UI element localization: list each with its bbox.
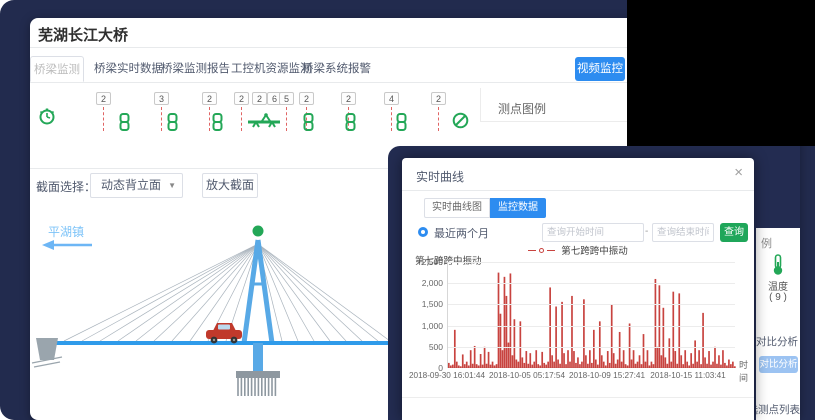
date-separator: - — [645, 226, 648, 237]
x-tick-label: 2018-10-15 11:03:41 — [650, 371, 725, 380]
modal-tab-1[interactable]: 实时曲线图 — [424, 198, 490, 218]
query-button[interactable]: 查询 — [720, 223, 748, 242]
video-blackout-panel — [627, 0, 815, 146]
tab-4[interactable]: 工控机资源监测 — [231, 56, 307, 82]
tower-signal-icon — [253, 226, 264, 237]
range-radio[interactable] — [418, 227, 428, 237]
dashed-line — [241, 107, 242, 131]
realtime-curve-modal: 实时曲线 × 实时曲线图监控数据 最近两个月 - 查询 第七跨跨中振动 第七跨跨… — [402, 158, 754, 420]
clipped-header-text: 例 — [761, 235, 772, 251]
main-tab-bar: 桥梁监测桥梁实时数据桥梁监测报告工控机资源监测桥梁系统报警 — [30, 56, 650, 83]
selected-points-header: 已选测点列表 — [756, 402, 800, 417]
tab-3[interactable]: 桥梁监测报告 — [161, 56, 225, 82]
chain-link-icon[interactable] — [167, 113, 178, 136]
shore-label: 平湖镇 — [48, 224, 84, 239]
sensor-count-badge: 2 — [299, 92, 314, 105]
alarm-clock-icon[interactable] — [37, 106, 57, 131]
legend-sidebar-sliver: 例 温度 ( 9 ) 对比分析 对比分析 已选测点列表 — [756, 228, 800, 420]
sensor-count-badge: 2 — [96, 92, 111, 105]
x-tick-label: 2018-10-05 05:17:54 — [489, 371, 565, 380]
sensor-marker: 2 — [431, 92, 446, 105]
chart-plot-area — [447, 262, 735, 368]
chain-link-icon[interactable] — [345, 113, 356, 136]
sensor-marker: 2 — [234, 92, 249, 105]
sensor-count-badge: 2 — [341, 92, 356, 105]
chain-link-icon[interactable] — [396, 113, 407, 136]
sensor-count-badge: 2 — [252, 92, 267, 105]
sensor-marker: 2 — [96, 92, 111, 105]
thermometer-icon[interactable] — [771, 254, 785, 279]
modal-footer-divider — [402, 397, 754, 398]
dashed-line — [161, 107, 162, 131]
temperature-count: ( 9 ) — [756, 292, 800, 303]
dashed-line — [286, 107, 287, 131]
left-abutment — [36, 338, 58, 360]
sensor-strip: 23222652242 — [30, 92, 485, 147]
sensor-count-badge: 5 — [279, 92, 294, 105]
close-icon[interactable]: × — [734, 164, 743, 181]
video-monitor-button[interactable]: 视频监控 — [575, 57, 625, 81]
chain-link-icon[interactable] — [119, 113, 130, 136]
query-start-input[interactable] — [542, 223, 644, 242]
sensor-marker: 3 — [154, 92, 169, 105]
tower-column — [253, 343, 263, 371]
x-tick-label: 2018-09-30 16:01:44 — [409, 371, 485, 380]
y-tick-label: 2,000 — [406, 278, 443, 288]
page-title: 芜湖长江大桥 — [38, 24, 128, 45]
sensor-count-badge: 3 — [154, 92, 169, 105]
legend-label: 第七跨跨中振动 — [561, 243, 628, 257]
tab-2[interactable]: 桥梁实时数据 — [94, 56, 158, 82]
modal-tab-2[interactable]: 监控数据 — [490, 198, 546, 218]
chevron-down-icon: ▼ — [168, 174, 176, 197]
screen: 芜湖长江大桥 桥梁监测桥梁实时数据桥梁监测报告工控机资源监测桥梁系统报警 视频监… — [0, 0, 815, 420]
bridge-schematic: 平湖镇 — [30, 210, 390, 420]
sensor-marker: 2 — [299, 92, 314, 105]
chain-link-icon[interactable] — [303, 113, 314, 136]
dashed-line — [438, 107, 439, 131]
sensor-count-badge: 2 — [431, 92, 446, 105]
modal-tab-group: 实时曲线图监控数据 — [424, 198, 546, 218]
bridge-drawing: 平湖镇 — [30, 210, 390, 420]
tab-5[interactable]: 桥梁系统报警 — [302, 56, 366, 82]
x-axis-label: 时间 — [739, 358, 754, 384]
compare-analysis-button[interactable]: 对比分析 — [759, 356, 798, 373]
dashed-line — [209, 107, 210, 131]
ban-icon[interactable] — [452, 112, 469, 134]
y-tick-label: 1,500 — [406, 299, 443, 309]
sensor-marker: 4 — [384, 92, 399, 105]
sensor-count-badge: 2 — [202, 92, 217, 105]
sensor-count-badge: 2 — [234, 92, 249, 105]
sensor-marker: 2 — [202, 92, 217, 105]
zoom-section-button[interactable]: 放大截面 — [202, 173, 258, 198]
query-end-input[interactable] — [652, 223, 714, 242]
tower-foundation — [236, 371, 280, 378]
chain-link-icon[interactable] — [212, 113, 223, 136]
tab-1[interactable]: 桥梁监测 — [30, 56, 84, 82]
section-select-row: 截面选择： 动态背立面 ▼ 放大截面 — [36, 178, 96, 204]
car-icon — [206, 323, 242, 343]
legend-circle-icon — [539, 248, 544, 253]
modal-header-divider — [402, 190, 754, 191]
foundation-piles — [238, 378, 275, 396]
range-radio-label: 最近两个月 — [434, 225, 489, 241]
dashed-line — [103, 107, 104, 131]
section-select-value: 动态背立面 — [101, 178, 161, 192]
section-select-dropdown[interactable]: 动态背立面 ▼ — [90, 173, 183, 198]
x-tick-label: 2018-10-09 15:27:41 — [569, 371, 645, 380]
legend-line-icon — [528, 250, 536, 251]
sensor-marker: 5 — [279, 92, 294, 105]
y-tick-label: 500 — [406, 342, 443, 352]
legend-line-icon — [547, 250, 555, 251]
chart-bars — [448, 262, 736, 368]
sensor-count-badge: 4 — [384, 92, 399, 105]
compare-section-header: 对比分析 — [756, 334, 798, 349]
modal-title: 实时曲线 — [416, 168, 464, 185]
section-select-label: 截面选择： — [36, 180, 96, 194]
y-tick-label: 1,000 — [406, 321, 443, 331]
y-tick-label: 2,500 — [406, 257, 443, 267]
sensor-marker: 2 — [341, 92, 356, 105]
temperature-label: 温度 — [756, 278, 800, 293]
dashed-line — [391, 107, 392, 131]
